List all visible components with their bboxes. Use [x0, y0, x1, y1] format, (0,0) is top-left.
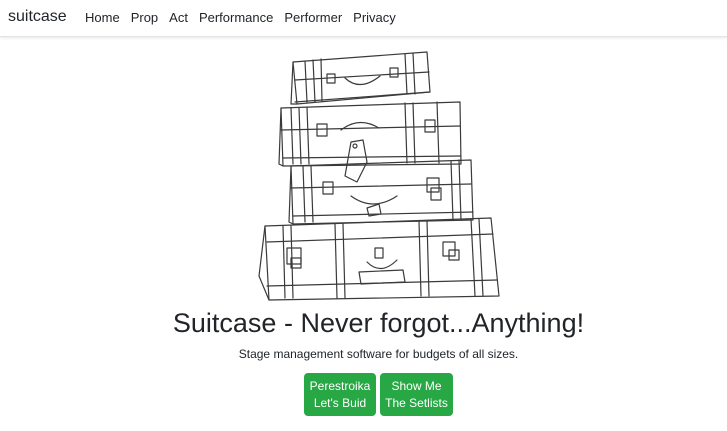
nav-links: Home Prop Act Performance Performer Priv…: [85, 10, 407, 25]
second-suitcase: [278, 101, 462, 183]
nav-link-performance[interactable]: Performance: [199, 10, 273, 25]
show-setlists-button-line1: Show Me: [391, 379, 442, 393]
brand-link[interactable]: suitcase: [8, 8, 67, 26]
third-suitcase: [288, 159, 474, 225]
nav-link-home[interactable]: Home: [85, 10, 120, 25]
perestroika-button[interactable]: Perestroika Let's Buid: [304, 373, 376, 416]
perestroika-button-line1: Perestroika: [309, 379, 371, 393]
nav-link-performer[interactable]: Performer: [284, 10, 342, 25]
top-suitcase: [290, 51, 431, 105]
perestroika-button-line2: Let's Buid: [313, 396, 367, 410]
page-headline: Suitcase - Never forgot...Anything!: [172, 308, 585, 338]
nav-link-prop[interactable]: Prop: [131, 10, 158, 25]
nav-link-act[interactable]: Act: [169, 10, 188, 25]
bottom-suitcase: [258, 217, 500, 301]
nav-link-privacy[interactable]: Privacy: [353, 10, 396, 25]
navbar: suitcase Home Prop Act Performance Perfo…: [0, 0, 727, 37]
show-setlists-button-line2: The Setlists: [385, 396, 448, 410]
suitcases-illustration: [258, 51, 500, 301]
show-setlists-button[interactable]: Show Me The Setlists: [380, 373, 453, 416]
page-tagline: Stage management software for budgets of…: [238, 347, 519, 361]
